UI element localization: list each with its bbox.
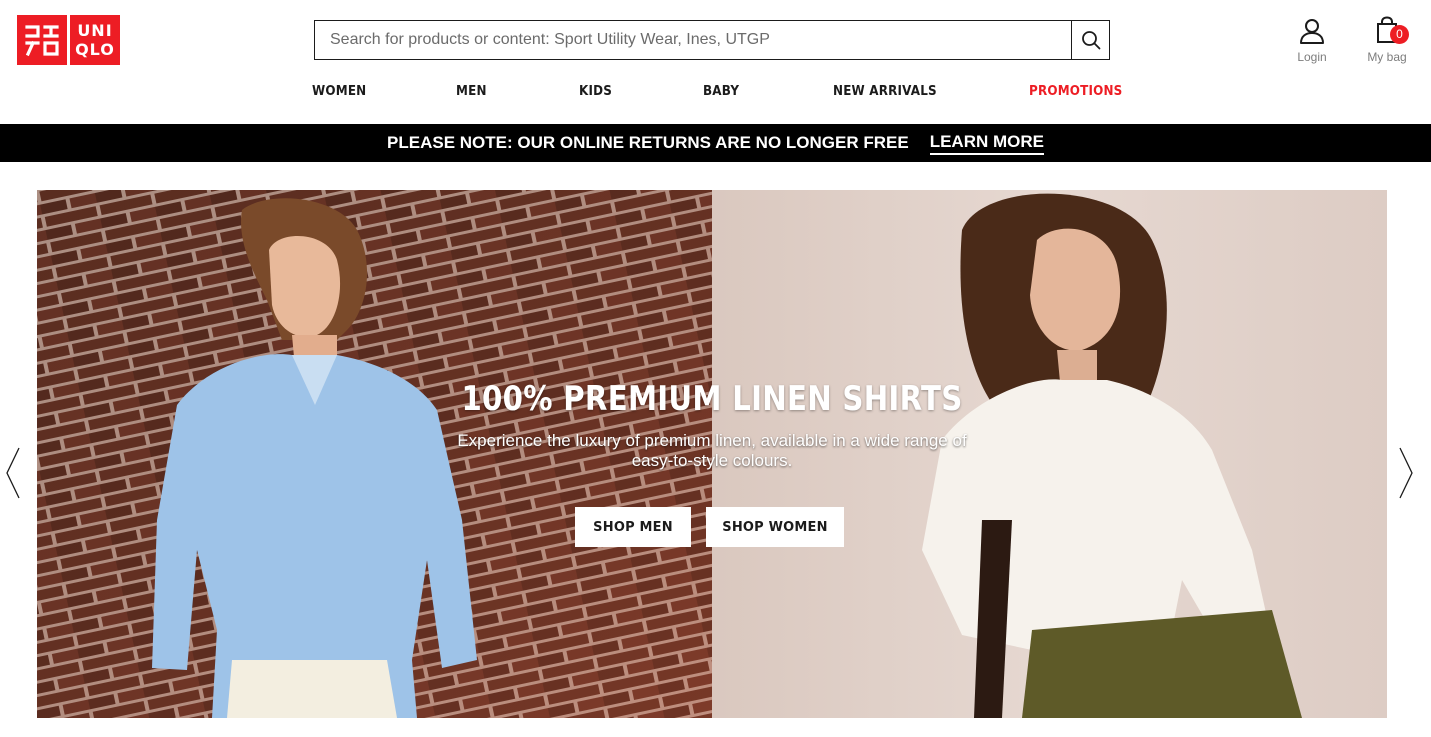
notice-bar: PLEASE NOTE: OUR ONLINE RETURNS ARE NO L…: [0, 124, 1431, 162]
search-icon: [1081, 31, 1100, 50]
hero-subtitle: Experience the luxury of premium linen, …: [457, 431, 967, 470]
bag-label: My bag: [1367, 50, 1407, 64]
chevron-left-icon: [6, 447, 20, 499]
bag-count-badge: 0: [1390, 25, 1409, 44]
katakana-logo-icon: [25, 25, 59, 57]
search-bar: [314, 20, 1110, 60]
nav-women[interactable]: WOMEN: [312, 84, 366, 99]
logo-text-top: UNI: [77, 21, 113, 40]
logo-latin-block: UNI QLO: [70, 15, 120, 65]
shop-women-button[interactable]: SHOP WOMEN: [706, 507, 844, 547]
nav-kids[interactable]: KIDS: [579, 84, 612, 99]
nav-new-arrivals[interactable]: NEW ARRIVALS: [833, 84, 937, 99]
learn-more-link[interactable]: LEARN MORE: [929, 132, 1044, 155]
carousel-next-button[interactable]: [1398, 447, 1414, 504]
nav-baby[interactable]: BABY: [703, 84, 739, 99]
nav-men[interactable]: MEN: [456, 84, 487, 99]
shop-men-button[interactable]: SHOP MEN: [575, 507, 691, 547]
hero-title: 100% PREMIUM LINEN SHIRTS: [461, 379, 963, 419]
user-icon: [1300, 19, 1324, 44]
carousel-prev-button[interactable]: [5, 447, 21, 504]
login-label: Login: [1297, 50, 1327, 64]
search-button[interactable]: [1071, 21, 1109, 59]
hero-banner: 100% PREMIUM LINEN SHIRTS Experience the…: [37, 190, 1387, 718]
my-bag-button[interactable]: 0 My bag: [1362, 16, 1412, 64]
logo-katakana-block: [17, 15, 67, 65]
logo-text-bottom: QLO: [75, 40, 115, 59]
search-input[interactable]: [315, 21, 1071, 59]
nav-promotions[interactable]: PROMOTIONS: [1029, 84, 1122, 99]
chevron-right-icon: [1399, 447, 1413, 499]
login-button[interactable]: Login: [1286, 18, 1338, 64]
uniqlo-logo[interactable]: UNI QLO: [17, 15, 120, 65]
notice-text: PLEASE NOTE: OUR ONLINE RETURNS ARE NO L…: [387, 133, 909, 152]
